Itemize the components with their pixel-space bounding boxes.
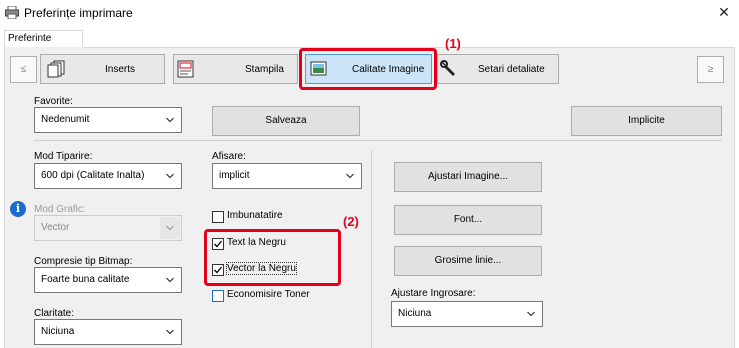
vector-to-black-label: Vector la Negru xyxy=(226,262,297,275)
display-label: Afisare: xyxy=(212,151,246,162)
checkbox-box[interactable] xyxy=(212,211,224,223)
line-width-button[interactable]: Grosime linie... xyxy=(394,246,542,276)
chevron-down-icon xyxy=(346,173,354,179)
column-divider xyxy=(371,150,372,348)
divider xyxy=(34,140,722,141)
image-adjust-button[interactable]: Ajustari Imagine... xyxy=(394,162,542,192)
tab-panel xyxy=(4,47,735,348)
checkmark-icon xyxy=(214,240,223,248)
stampila-label: Stampila xyxy=(245,64,284,75)
tab-preferinte-tiparire[interactable]: Preferinte Tiparire xyxy=(4,30,83,60)
save-button[interactable]: Salveaza xyxy=(212,106,360,136)
title-bar: Preferințe imprimare ✕ xyxy=(0,0,739,26)
font-button[interactable]: Font... xyxy=(394,205,542,235)
favorites-value: Nedenumit xyxy=(41,114,90,125)
print-mode-label: Mod Tiparire: xyxy=(34,151,93,162)
setari-detaliate-button[interactable]: Setari detaliate xyxy=(437,54,559,84)
display-select[interactable]: implicit xyxy=(212,163,362,189)
callout-1: (1) xyxy=(445,36,461,51)
checkbox-box[interactable] xyxy=(212,238,224,250)
window-title: Preferințe imprimare xyxy=(24,6,133,20)
enhance-label: Imbunatatire xyxy=(227,210,283,221)
highlight-box-1 xyxy=(299,48,437,90)
checkbox-box[interactable] xyxy=(212,264,224,276)
inserts-button[interactable]: Inserts xyxy=(40,54,165,84)
chevron-down-icon xyxy=(166,329,174,335)
toner-save-label: Economisire Toner xyxy=(227,289,310,300)
favorites-select[interactable]: Nedenumit xyxy=(34,107,182,133)
chevron-down-icon xyxy=(166,225,174,231)
setari-detaliate-label: Setari detaliate xyxy=(478,64,545,75)
chevron-down-icon xyxy=(166,277,174,283)
chevron-down-icon xyxy=(527,311,535,317)
chevron-down-icon xyxy=(166,117,174,123)
print-mode-select[interactable]: 600 dpi (Calitate Inalta) xyxy=(34,163,182,189)
inserts-icon xyxy=(47,60,65,78)
text-to-black-label: Text la Negru xyxy=(227,237,286,248)
stampila-button[interactable]: Stampila xyxy=(173,54,298,84)
stamp-icon xyxy=(177,60,194,78)
checkmark-icon xyxy=(214,266,223,274)
inserts-label: Inserts xyxy=(105,64,136,75)
callout-2: (2) xyxy=(343,214,359,229)
favorites-label: Favorite: xyxy=(34,96,73,107)
info-icon: i xyxy=(10,201,26,217)
thickening-select[interactable]: Niciuna xyxy=(391,301,543,327)
scroll-right-button[interactable]: ≥ xyxy=(697,56,724,83)
clarity-value: Niciuna xyxy=(41,326,75,337)
close-button[interactable]: ✕ xyxy=(712,2,736,22)
checkbox-box[interactable] xyxy=(212,290,224,302)
bitmap-compression-select[interactable]: Foarte buna calitate xyxy=(34,267,182,293)
graphic-mode-value: Vector xyxy=(41,222,70,233)
clarity-label: Claritate: xyxy=(34,308,75,319)
scroll-left-button[interactable]: ≤ xyxy=(10,56,37,83)
graphic-mode-label: Mod Grafic: xyxy=(34,204,86,215)
graphic-mode-select: Vector xyxy=(34,215,182,241)
bitmap-compression-value: Foarte buna calitate xyxy=(41,274,130,285)
thickening-value: Niciuna xyxy=(398,308,432,319)
chevron-down-icon xyxy=(166,173,174,179)
wrench-icon xyxy=(440,60,455,76)
thickening-label: Ajustare Ingrosare: xyxy=(391,288,476,299)
clarity-select[interactable]: Niciuna xyxy=(34,319,182,345)
printer-icon xyxy=(5,6,19,19)
display-value: implicit xyxy=(219,170,250,181)
print-mode-value: 600 dpi (Calitate Inalta) xyxy=(41,170,145,181)
bitmap-compression-label: Compresie tip Bitmap: xyxy=(34,256,133,267)
defaults-button[interactable]: Implicite xyxy=(571,106,722,136)
